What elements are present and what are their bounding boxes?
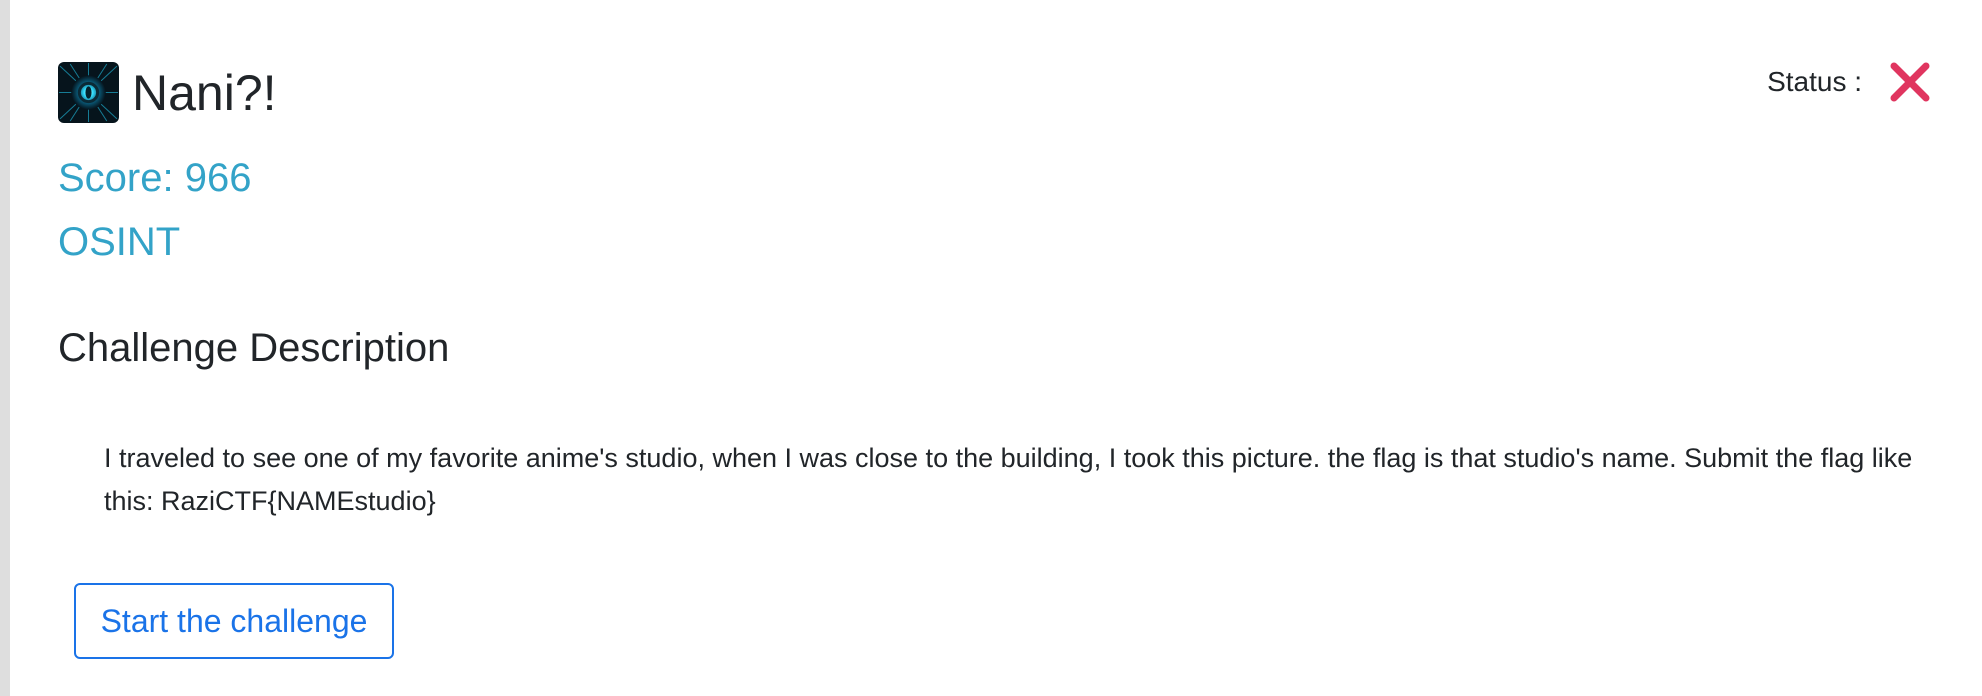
left-rail <box>0 0 10 696</box>
description-heading: Challenge Description <box>58 326 450 370</box>
challenge-title: Nani?! <box>132 64 277 121</box>
glowing-eye-icon <box>58 62 119 123</box>
challenge-category: OSINT <box>58 220 181 264</box>
challenge-header: Nani?! <box>58 62 277 123</box>
challenge-page: Nani?! Status : Score: 966 OSINT Challen… <box>0 0 1982 696</box>
start-challenge-button[interactable]: Start the challenge <box>74 583 394 659</box>
challenge-score: Score: 966 <box>58 156 252 200</box>
status-indicator: Status : <box>1767 60 1932 104</box>
status-label: Status : <box>1767 66 1862 97</box>
red-x-icon <box>1890 62 1930 102</box>
description-text: I traveled to see one of my favorite ani… <box>104 443 1913 516</box>
challenge-card: Nani?! Status : Score: 966 OSINT Challen… <box>10 0 1982 696</box>
